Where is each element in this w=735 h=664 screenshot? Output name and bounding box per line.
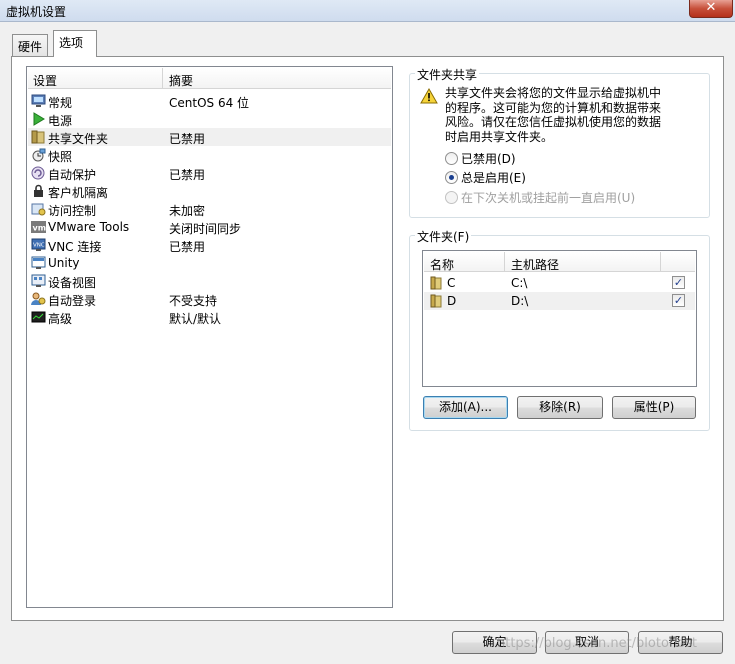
folders-title: 文件夹(F) bbox=[415, 228, 472, 245]
list-item-autoprotect[interactable]: 自动保护 已禁用 bbox=[28, 164, 391, 182]
list-item-label: VMware Tools bbox=[48, 220, 130, 234]
folder-icon bbox=[430, 294, 442, 308]
close-button[interactable]: ✕ bbox=[689, 0, 733, 18]
folder-properties-button[interactable]: 属性(P) bbox=[612, 396, 696, 419]
window-title: 虚拟机设置 bbox=[6, 5, 67, 19]
list-item-label: 访问控制 bbox=[48, 204, 97, 218]
radio-until-poweroff-label: 在下次关机或挂起前一直启用(U) bbox=[461, 191, 636, 205]
list-item-vmware-tools[interactable]: vm VMware Tools 关闭时间同步 bbox=[28, 218, 391, 236]
remove-folder-button[interactable]: 移除(R) bbox=[517, 396, 603, 419]
radio-until-poweroff bbox=[445, 191, 458, 204]
folder-row-d[interactable]: D D:\ ✓ bbox=[424, 292, 695, 310]
list-item-label: 常规 bbox=[48, 96, 73, 110]
column-header-summary[interactable]: 摘要 bbox=[169, 72, 193, 89]
folder-host-path: D:\ bbox=[511, 294, 529, 308]
snapshot-icon bbox=[31, 148, 46, 162]
add-folder-button-label: 添加(A)... bbox=[438, 400, 493, 414]
folder-list-header: 名称 主机路径 bbox=[424, 252, 695, 272]
watermark-text: https://blog.csdn.net/blotohost bbox=[497, 636, 697, 651]
list-item-summary: CentOS 64 位 bbox=[169, 96, 250, 110]
list-item-summary: 已禁用 bbox=[169, 168, 206, 182]
folder-properties-button-label: 属性(P) bbox=[633, 400, 675, 414]
list-item-label: 快照 bbox=[48, 150, 73, 164]
column-header-host-path[interactable]: 主机路径 bbox=[511, 256, 559, 273]
warning-line: 风险。请仅在您信任虚拟机使用您的数据 bbox=[445, 115, 662, 129]
folder-host-path: C:\ bbox=[511, 276, 528, 290]
folder-list[interactable]: 名称 主机路径 C C:\ ✓ D D:\ ✓ bbox=[422, 250, 697, 387]
settings-list-header: 设置 摘要 bbox=[28, 68, 391, 89]
tab-hardware[interactable]: 硬件 bbox=[12, 34, 48, 56]
list-item-unity[interactable]: Unity bbox=[28, 254, 391, 272]
list-item-advanced[interactable]: 高级 默认/默认 bbox=[28, 308, 391, 326]
tab-options-label: 选项 bbox=[59, 36, 84, 50]
list-item-label: Unity bbox=[48, 256, 80, 270]
list-item-label: 客户机隔离 bbox=[48, 186, 109, 200]
list-item-summary: 不受支持 bbox=[169, 294, 218, 308]
close-icon: ✕ bbox=[705, 0, 717, 15]
title-bar: 虚拟机设置 ✕ bbox=[0, 0, 735, 22]
vmware-tools-icon: vm bbox=[31, 220, 46, 234]
column-header-setting[interactable]: 设置 bbox=[33, 72, 57, 89]
shared-folder-icon bbox=[31, 130, 46, 144]
device-view-icon bbox=[31, 274, 46, 288]
warning-line: 共享文件夹会将您的文件显示给虚拟机中 bbox=[445, 86, 662, 100]
warning-text: 共享文件夹会将您的文件显示给虚拟机中 的程序。这可能为您的计算机和数据带来 风险… bbox=[445, 86, 685, 144]
list-item-label: 共享文件夹 bbox=[48, 132, 109, 146]
power-icon bbox=[31, 112, 46, 126]
tab-options[interactable]: 选项 bbox=[53, 30, 97, 57]
list-item-vnc[interactable]: VNC VNC 连接 已禁用 bbox=[28, 236, 391, 254]
folder-enabled-checkbox[interactable]: ✓ bbox=[672, 294, 685, 307]
radio-disabled-option-label[interactable]: 已禁用(D) bbox=[461, 150, 516, 167]
tab-hardware-label: 硬件 bbox=[18, 40, 43, 54]
add-folder-button[interactable]: 添加(A)... bbox=[423, 396, 508, 419]
monitor-icon bbox=[31, 94, 46, 108]
warning-line: 时启用共享文件夹。 bbox=[445, 129, 554, 144]
list-item-summary: 默认/默认 bbox=[169, 312, 222, 326]
radio-disabled-option[interactable] bbox=[445, 152, 458, 165]
list-item-shared-folders[interactable]: 共享文件夹 已禁用 bbox=[28, 128, 391, 146]
list-item-summary: 已禁用 bbox=[169, 240, 206, 254]
settings-list[interactable]: 设置 摘要 常规 CentOS 64 位 电源 共享文件夹 已禁用 快照 自动保… bbox=[26, 66, 393, 608]
vnc-icon: VNC bbox=[31, 238, 46, 252]
list-item-label: 自动保护 bbox=[48, 168, 97, 182]
folder-row-c[interactable]: C C:\ ✓ bbox=[424, 274, 695, 292]
radio-always-enabled[interactable] bbox=[445, 171, 458, 184]
folder-name: C bbox=[447, 276, 456, 290]
list-item-summary: 已禁用 bbox=[169, 132, 206, 146]
folder-sharing-title: 文件夹共享 bbox=[415, 66, 480, 83]
unity-icon bbox=[31, 256, 46, 270]
list-item-device-view[interactable]: 设备视图 bbox=[28, 272, 391, 290]
radio-always-enabled-label[interactable]: 总是启用(E) bbox=[461, 169, 526, 186]
folder-name: D bbox=[447, 294, 457, 308]
list-item-snapshots[interactable]: 快照 bbox=[28, 146, 391, 164]
autologin-icon bbox=[31, 292, 46, 306]
list-item-power[interactable]: 电源 bbox=[28, 110, 391, 128]
list-item-label: VNC 连接 bbox=[48, 240, 102, 254]
access-control-icon bbox=[31, 202, 46, 216]
warning-icon bbox=[420, 87, 438, 104]
warning-line: 的程序。这可能为您的计算机和数据带来 bbox=[445, 100, 662, 115]
autoprotect-icon bbox=[31, 166, 46, 180]
column-header-name[interactable]: 名称 bbox=[430, 256, 454, 273]
list-item-label: 设备视图 bbox=[48, 276, 97, 290]
list-item-summary: 关闭时间同步 bbox=[169, 222, 242, 236]
list-item-summary: 未加密 bbox=[169, 204, 206, 218]
remove-folder-button-label: 移除(R) bbox=[539, 400, 581, 414]
advanced-icon bbox=[31, 310, 46, 324]
list-item-label: 自动登录 bbox=[48, 294, 97, 308]
folder-enabled-checkbox[interactable]: ✓ bbox=[672, 276, 685, 289]
list-item-isolation[interactable]: 客户机隔离 bbox=[28, 182, 391, 200]
list-item-access-control[interactable]: 访问控制 未加密 bbox=[28, 200, 391, 218]
list-item-autologin[interactable]: 自动登录 不受支持 bbox=[28, 290, 391, 308]
list-item-label: 电源 bbox=[48, 114, 73, 128]
list-item-general[interactable]: 常规 CentOS 64 位 bbox=[28, 92, 391, 110]
svg-text:VNC: VNC bbox=[33, 243, 45, 249]
svg-text:vm: vm bbox=[33, 224, 47, 233]
lock-icon bbox=[31, 184, 46, 198]
folder-icon bbox=[430, 276, 442, 290]
list-item-label: 高级 bbox=[48, 312, 73, 326]
